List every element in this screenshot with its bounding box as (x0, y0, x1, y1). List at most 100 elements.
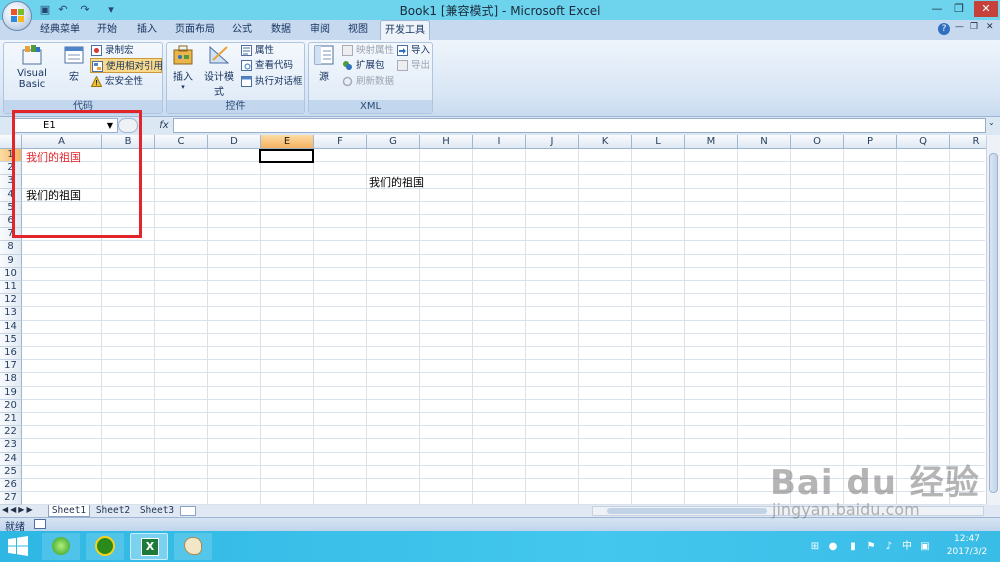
record-macro-button[interactable]: 录制宏 (90, 43, 160, 58)
column-header-p[interactable]: P (844, 135, 897, 149)
row-header-25[interactable]: 25 (0, 465, 22, 479)
column-header-e[interactable]: E (261, 135, 314, 149)
properties-button[interactable]: 属性 (240, 43, 302, 58)
sheet-tab-sheet2[interactable]: Sheet2 (92, 505, 134, 517)
save-icon[interactable]: ▣ (38, 3, 52, 17)
row-header-21[interactable]: 21 (0, 413, 22, 427)
column-header-h[interactable]: H (420, 135, 473, 149)
row-header-11[interactable]: 11 (0, 281, 22, 295)
taskbar-clock[interactable]: 12:47 2017/3/2 (940, 533, 994, 559)
row-header-15[interactable]: 15 (0, 333, 22, 347)
row-header-20[interactable]: 20 (0, 399, 22, 413)
xml-import-button[interactable]: 导入 (396, 43, 431, 58)
tray-app-icon[interactable]: ● (826, 540, 840, 554)
tray-notification-icon[interactable]: ▣ (918, 540, 932, 554)
active-cell[interactable] (259, 149, 314, 163)
taskbar-excel-button[interactable]: X (130, 533, 168, 560)
restore-button[interactable]: ❐ (950, 1, 968, 17)
tab-developer[interactable]: 开发工具 (380, 20, 430, 40)
column-header-g[interactable]: G (367, 135, 420, 149)
row-header-8[interactable]: 8 (0, 241, 22, 255)
column-header-m[interactable]: M (685, 135, 738, 149)
taskbar-paint-button[interactable] (174, 533, 212, 560)
tab-home[interactable]: 开始 (88, 20, 126, 40)
refresh-data-button[interactable]: 刷新数据 (341, 74, 395, 89)
ribbon-close-icon[interactable]: ✕ (986, 22, 994, 32)
cell-g3[interactable]: 我们的祖国 (369, 174, 424, 190)
help-icon[interactable]: ? (938, 23, 950, 35)
tab-page-layout[interactable]: 页面布局 (170, 20, 220, 40)
tab-review[interactable]: 审阅 (302, 20, 338, 40)
taskbar-ie-button[interactable] (42, 533, 80, 560)
worksheet-grid[interactable]: ABCDEFGHIJKLMNOPQR 1 2 3 4 5 6 7 8 9 10 11 12 13 14 15… (0, 135, 1000, 505)
ribbon-restore-icon[interactable]: ❐ (970, 22, 978, 32)
row-header-24[interactable]: 24 (0, 452, 22, 466)
macro-record-status-icon[interactable] (34, 519, 46, 529)
undo-icon[interactable]: ↶ (56, 3, 70, 17)
design-mode-button[interactable]: 设计模式 (200, 44, 238, 98)
visual-basic-button[interactable]: Visual Basic (5, 44, 59, 90)
row-header-19[interactable]: 19 (0, 386, 22, 400)
redo-icon[interactable]: ↷ (78, 3, 92, 17)
row-header-26[interactable]: 26 (0, 479, 22, 493)
sheet-tab-sheet3[interactable]: Sheet3 (136, 505, 178, 517)
row-header-17[interactable]: 17 (0, 360, 22, 374)
map-properties-button[interactable]: 映射属性 (341, 43, 395, 58)
tab-view[interactable]: 视图 (340, 20, 376, 40)
row-header-13[interactable]: 13 (0, 307, 22, 321)
column-header-n[interactable]: N (738, 135, 791, 149)
tab-classic-menu[interactable]: 经典菜单 (38, 20, 82, 40)
macros-button[interactable]: 宏 (61, 44, 87, 90)
tray-network-icon[interactable]: ⊞ (808, 540, 822, 554)
column-header-f[interactable]: F (314, 135, 367, 149)
insert-control-button[interactable]: 插入 ▾ (168, 44, 198, 91)
xml-export-button[interactable]: 导出 (396, 58, 431, 73)
vertical-scrollbar[interactable] (986, 135, 1000, 505)
column-header-i[interactable]: I (473, 135, 526, 149)
close-button[interactable]: ✕ (974, 1, 998, 17)
row-header-22[interactable]: 22 (0, 426, 22, 440)
row-header-27[interactable]: 27 (0, 492, 22, 505)
row-header-12[interactable]: 12 (0, 294, 22, 308)
column-header-c[interactable]: C (155, 135, 208, 149)
insert-sheet-icon[interactable] (180, 506, 196, 516)
row-header-23[interactable]: 23 (0, 439, 22, 453)
windows-start-icon[interactable] (8, 536, 28, 556)
tray-ime-indicator[interactable]: 中 (900, 540, 914, 554)
row-header-18[interactable]: 18 (0, 373, 22, 387)
sheet-nav-arrows-icon[interactable]: ◀◀▶▶ (2, 505, 35, 514)
column-header-j[interactable]: J (526, 135, 579, 149)
minimize-button[interactable]: — (928, 1, 946, 17)
tab-insert[interactable]: 插入 (128, 20, 166, 40)
row-header-14[interactable]: 14 (0, 320, 22, 334)
column-header-q[interactable]: Q (897, 135, 950, 149)
expand-formula-icon[interactable]: ⌄ (988, 118, 995, 127)
macro-security-button[interactable]: 宏安全性 (90, 74, 160, 89)
row-header-16[interactable]: 16 (0, 347, 22, 361)
insert-function-button[interactable]: fx (156, 118, 172, 133)
column-header-l[interactable]: L (632, 135, 685, 149)
tray-flag-icon[interactable]: ⚑ (864, 540, 878, 554)
column-header-k[interactable]: K (579, 135, 632, 149)
formula-input[interactable] (173, 118, 986, 133)
office-button[interactable] (2, 1, 32, 31)
taskbar-360-button[interactable] (86, 533, 124, 560)
vertical-scroll-thumb[interactable] (989, 153, 998, 493)
customize-toolbar-icon[interactable]: ▾ (104, 3, 118, 17)
expansion-packs-button[interactable]: 扩展包 (341, 58, 395, 73)
column-header-o[interactable]: O (791, 135, 844, 149)
tray-volume-icon[interactable]: ♪ (882, 540, 896, 554)
horizontal-scroll-thumb[interactable] (607, 508, 767, 514)
tray-signal-icon[interactable]: ▮ (846, 540, 860, 554)
row-header-9[interactable]: 9 (0, 254, 22, 268)
ribbon-minimize-icon[interactable]: — (955, 22, 964, 32)
row-header-10[interactable]: 10 (0, 267, 22, 281)
sheet-tab-sheet1[interactable]: Sheet1 (48, 505, 90, 517)
view-code-button[interactable]: 查看代码 (240, 58, 302, 73)
tab-formulas[interactable]: 公式 (224, 20, 260, 40)
tab-data[interactable]: 数据 (263, 20, 299, 40)
relative-references-button[interactable]: 使用相对引用 (90, 58, 163, 73)
column-header-d[interactable]: D (208, 135, 261, 149)
run-dialog-button[interactable]: 执行对话框 (240, 74, 303, 89)
xml-source-button[interactable]: 源 (311, 44, 337, 90)
